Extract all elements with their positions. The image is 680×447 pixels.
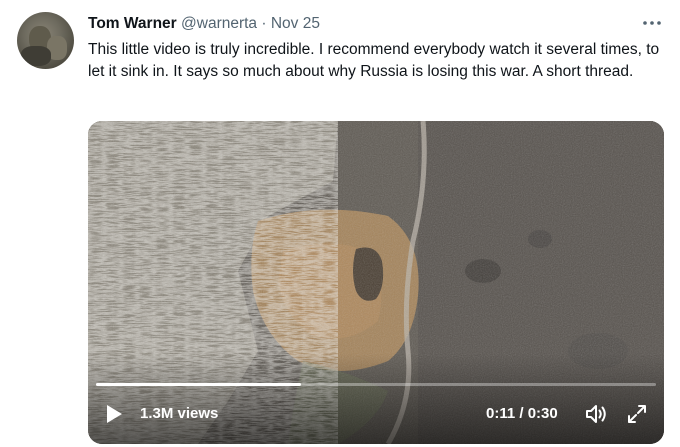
progress-fill xyxy=(96,383,302,386)
separator: · xyxy=(261,15,267,32)
progress-bar[interactable] xyxy=(96,383,656,386)
tweet-text: This little video is truly incredible. I… xyxy=(88,41,660,80)
video-player[interactable]: 1.3M views 0:11 / 0:30 xyxy=(88,121,664,444)
volume-icon[interactable] xyxy=(585,403,609,425)
author-handle[interactable]: @warnerta xyxy=(181,15,257,32)
play-icon[interactable] xyxy=(105,404,123,424)
tweet-header: Tom Warner @warnerta · Nov 25 xyxy=(88,14,320,34)
tweet: Tom Warner @warnerta · Nov 25 This littl… xyxy=(0,0,680,447)
tweet-date[interactable]: Nov 25 xyxy=(271,15,320,32)
video-controls: 1.3M views 0:11 / 0:30 xyxy=(88,399,664,429)
view-count: 1.3M views xyxy=(140,405,219,422)
more-horizontal-icon[interactable] xyxy=(640,13,664,33)
author-name[interactable]: Tom Warner xyxy=(88,15,177,32)
expand-icon[interactable] xyxy=(627,404,647,424)
video-time: 0:11 / 0:30 xyxy=(486,405,558,422)
avatar[interactable] xyxy=(17,12,74,69)
video-frame xyxy=(88,121,664,444)
